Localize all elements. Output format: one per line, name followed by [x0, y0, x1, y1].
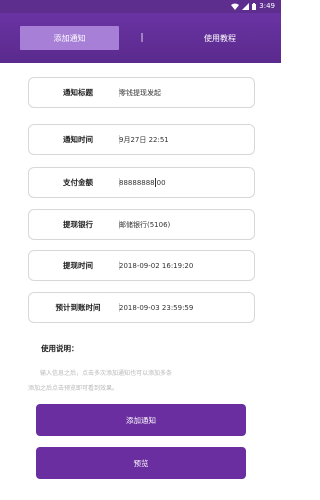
field-value[interactable]: 2018-09-02 16:19:20 — [119, 251, 193, 280]
field-value[interactable]: 9月27日 22:51 — [119, 125, 169, 154]
field-label: 预计到账时间 — [55, 303, 101, 312]
status-icons: 3:49 — [231, 2, 275, 10]
field-value[interactable]: 2018-09-03 23:59:59 — [119, 293, 193, 322]
field-label: 通知标题 — [63, 88, 93, 97]
battery-icon — [252, 2, 257, 10]
field-expected-arrival-time[interactable]: 预计到账时间 2018-09-03 23:59:59 — [28, 292, 255, 323]
field-withdraw-bank[interactable]: 提现银行 邮储银行(5106) — [28, 209, 255, 240]
wifi-icon — [231, 3, 240, 10]
field-value-text: 零钱提现发起 — [119, 88, 161, 97]
field-value-text: 9月27日 22:51 — [119, 135, 169, 144]
usage-line-2: 添加之后点击预览即可看到效果。 — [28, 385, 119, 392]
field-label: 支付金额 — [63, 178, 93, 187]
field-payment-amount[interactable]: 支付金额 88888888 00 — [28, 167, 255, 198]
field-value[interactable]: 邮储银行(5106) — [119, 210, 170, 239]
field-label: 通知时间 — [63, 135, 93, 144]
preview-button[interactable]: 预览 — [36, 447, 246, 479]
field-label: 提现时间 — [63, 261, 93, 270]
field-label: 提现银行 — [63, 220, 93, 229]
field-notification-time[interactable]: 通知时间 9月27日 22:51 — [28, 124, 255, 155]
usage-title: 使用说明： — [41, 344, 79, 353]
amount-before-caret: 88888888 — [119, 178, 155, 187]
status-time: 3:49 — [259, 2, 275, 10]
usage-line-1: 输入信息之后，点击多次添加通知也可以添加多条 — [40, 370, 173, 377]
field-value-text: 2018-09-02 16:19:20 — [119, 261, 194, 270]
field-value[interactable]: 88888888 00 — [119, 168, 166, 197]
amount-after-caret: 00 — [156, 178, 166, 187]
field-withdraw-time[interactable]: 提现时间 2018-09-02 16:19:20 — [28, 250, 255, 281]
signal-icon — [242, 2, 250, 10]
field-notification-title[interactable]: 通知标题 零钱提现发起 — [28, 77, 255, 108]
tab-add-notification[interactable]: 添加通知 — [20, 26, 119, 50]
field-value-text: 邮储银行(5106) — [119, 220, 171, 229]
field-value[interactable]: 零钱提现发起 — [119, 78, 161, 107]
add-notification-button[interactable]: 添加通知 — [36, 404, 246, 436]
tab-usage-guide[interactable]: 使用教程 — [200, 26, 240, 50]
tab-separator: | — [140, 33, 144, 43]
usage-description: 输入信息之后，点击多次添加通知也可以添加多条 添加之后点击预览即可看到效果。 — [28, 366, 258, 396]
status-bar: 3:49 — [0, 0, 281, 13]
field-value-text: 2018-09-03 23:59:59 — [119, 303, 194, 312]
header: 添加通知 | 使用教程 — [0, 13, 281, 63]
